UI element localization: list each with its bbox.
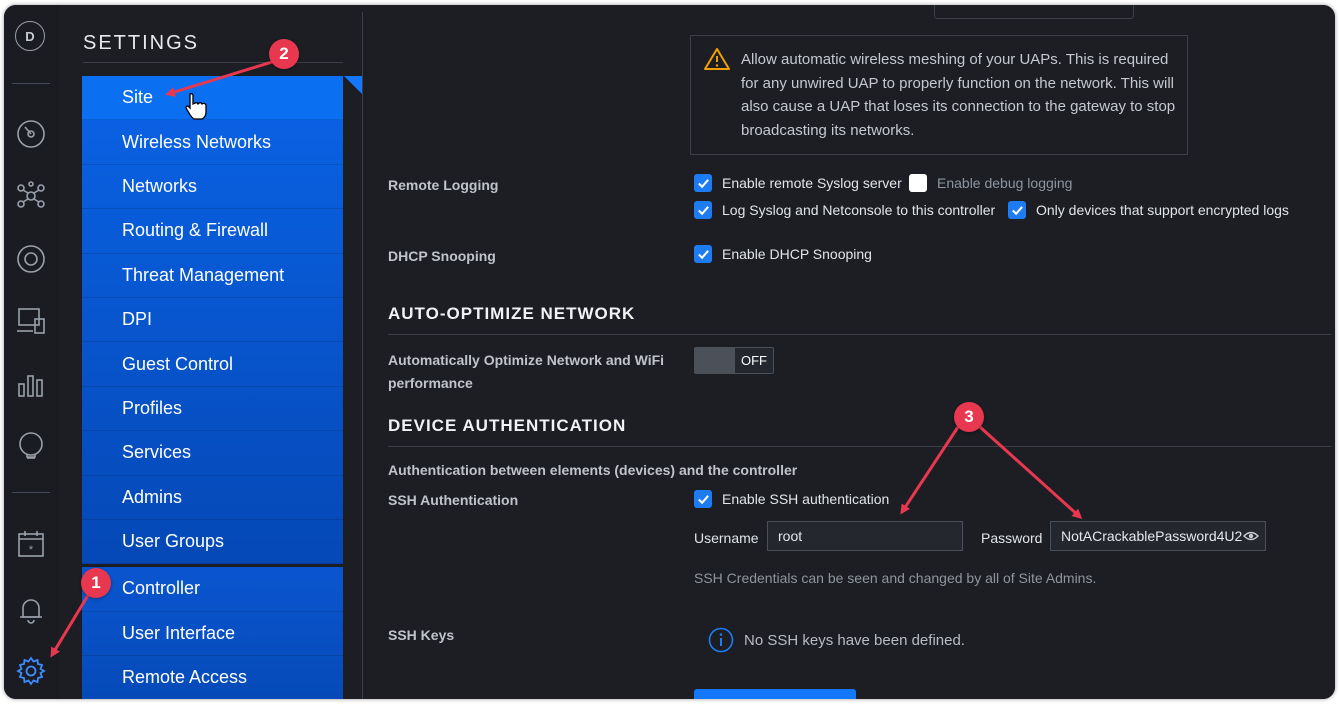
settings-menu-item-user-groups[interactable]: User Groups	[82, 520, 343, 565]
remote-logging-label: Remote Logging	[388, 177, 499, 193]
dashboard-icon[interactable]	[13, 116, 49, 152]
app-window: D * SETTINGS Site Wireless Networks Netw…	[4, 5, 1335, 699]
dhcp-snooping-label: DHCP Snooping	[388, 248, 496, 264]
settings-menu-item-remote-access[interactable]: Remote Access	[82, 656, 343, 699]
icon-rail: D *	[4, 5, 59, 699]
settings-menu-item-site[interactable]: Site	[82, 76, 343, 121]
alerts-icon[interactable]	[13, 591, 49, 627]
ssh-keys-label: SSH Keys	[388, 627, 455, 643]
section-divider	[388, 446, 1331, 447]
settings-icon[interactable]	[13, 653, 49, 689]
svg-text:*: *	[29, 544, 34, 556]
ssh-auth-label: SSH Authentication	[388, 492, 519, 508]
settings-menu-item-profiles[interactable]: Profiles	[82, 387, 343, 432]
settings-menu-item-controller[interactable]: Controller	[82, 567, 343, 612]
settings-menu: Site Wireless Networks Networks Routing & F…	[82, 76, 343, 699]
mesh-warning-box: Allow automatic wireless meshing of your…	[690, 35, 1188, 155]
auto-optimize-toggle[interactable]: OFF	[694, 347, 774, 374]
settings-menu-item-user-interface[interactable]: User Interface	[82, 612, 343, 657]
enable-syslog-checkbox[interactable]: Enable remote Syslog server	[694, 174, 902, 192]
checkbox-checked-icon[interactable]	[694, 490, 712, 508]
no-ssh-keys-message: No SSH keys have been defined.	[708, 627, 965, 653]
enable-dhcp-snooping-checkbox[interactable]: Enable DHCP Snooping	[694, 245, 872, 263]
settings-menu-item-guest-control[interactable]: Guest Control	[82, 342, 343, 387]
settings-navigation: SETTINGS Site Wireless Networks Networks Ro…	[61, 12, 363, 699]
settings-menu-item-routing-and-firewall[interactable]: Routing & Firewall	[82, 209, 343, 254]
enable-debug-checkbox[interactable]: Enable debug logging	[909, 174, 1072, 192]
cutoff-field	[934, 5, 1134, 19]
warning-icon	[704, 48, 730, 70]
add-ssh-key-button[interactable]	[694, 689, 856, 699]
info-icon	[708, 627, 734, 653]
primary-menu-group: Site Wireless Networks Networks Routing & F…	[82, 76, 343, 565]
auto-optimize-heading: AUTO-OPTIMIZE NETWORK	[388, 304, 636, 323]
username-label: Username	[694, 530, 759, 546]
events-icon[interactable]: *	[13, 526, 49, 562]
toggle-state: OFF	[735, 348, 773, 373]
rail-divider	[12, 83, 50, 84]
section-divider	[388, 334, 1331, 335]
rail-divider	[12, 492, 50, 493]
encrypted-logs-checkbox[interactable]: Only devices that support encrypted logs	[1008, 201, 1289, 219]
show-password-icon[interactable]	[1243, 530, 1259, 542]
statistics-icon[interactable]	[13, 366, 49, 402]
settings-menu-item-services[interactable]: Services	[82, 431, 343, 476]
checkbox-checked-icon[interactable]	[1008, 201, 1026, 219]
mesh-warning-text: Allow automatic wireless meshing of your…	[741, 51, 1176, 139]
divider	[83, 62, 343, 63]
password-input[interactable]: NotACrackablePassword4U2	[1050, 521, 1266, 551]
auto-optimize-label: Automatically Optimize Network and WiFi …	[388, 352, 665, 391]
settings-menu-item-threat-management[interactable]: Threat Management	[82, 254, 343, 298]
ssh-credentials-hint: SSH Credentials can be seen and changed …	[694, 570, 1097, 586]
username-input[interactable]: root	[767, 521, 963, 551]
main-content: Allow automatic wireless meshing of your…	[364, 5, 1335, 699]
checkbox-checked-icon[interactable]	[694, 245, 712, 263]
annotation-badge-2: 2	[269, 39, 299, 69]
topology-icon[interactable]	[13, 178, 49, 214]
annotation-badge-1: 1	[81, 568, 111, 598]
insights-icon[interactable]	[13, 428, 49, 464]
secondary-menu-group: Controller User Interface Remote Access	[82, 567, 343, 699]
enable-ssh-checkbox[interactable]: Enable SSH authentication	[694, 490, 889, 508]
user-avatar[interactable]: D	[15, 21, 45, 51]
annotation-badge-3: 3	[954, 402, 984, 432]
active-indicator	[344, 76, 362, 94]
settings-menu-item-networks[interactable]: Networks	[82, 165, 343, 210]
checkbox-checked-icon[interactable]	[694, 201, 712, 219]
checkbox-unchecked-icon[interactable]	[909, 174, 927, 192]
password-label: Password	[981, 530, 1043, 546]
settings-menu-item-wireless-networks[interactable]: Wireless Networks	[82, 120, 343, 165]
device-auth-heading: DEVICE AUTHENTICATION	[388, 416, 627, 435]
password-value: NotACrackablePassword4U2	[1061, 528, 1243, 544]
checkbox-checked-icon[interactable]	[694, 174, 712, 192]
devices-icon[interactable]	[13, 241, 49, 277]
device-auth-description: Authentication between elements (devices…	[388, 462, 798, 478]
settings-menu-item-dpi[interactable]: DPI	[82, 298, 343, 343]
log-netconsole-checkbox[interactable]: Log Syslog and Netconsole to this contro…	[694, 201, 995, 219]
settings-title: SETTINGS	[83, 32, 200, 54]
toggle-knob	[695, 348, 735, 373]
settings-menu-item-admins[interactable]: Admins	[82, 476, 343, 520]
clients-icon[interactable]	[13, 303, 49, 339]
